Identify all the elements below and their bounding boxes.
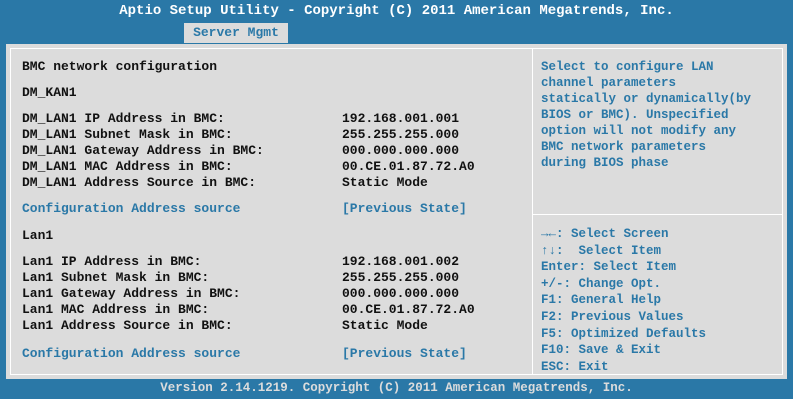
key-select-screen: →←: Select Screen: [541, 227, 669, 241]
bios-screen: Aptio Setup Utility - Copyright (C) 2011…: [0, 0, 793, 399]
footer-version: Version 2.14.1219. Copyright (C) 2011 Am…: [160, 381, 633, 395]
tab-server-mgmt[interactable]: Server Mgmt: [184, 23, 288, 43]
lan1-ip-label: Lan1 IP Address in BMC:: [22, 254, 202, 269]
dm-lan1-subnet-label: DM_LAN1 Subnet Mask in BMC:: [22, 127, 233, 142]
dm-lan1-subnet-value: 255.255.255.000: [342, 127, 460, 142]
app-title: Aptio Setup Utility - Copyright (C) 2011…: [119, 3, 674, 19]
panel-divider: [532, 48, 533, 375]
dm-lan1-source-value: Static Mode: [342, 175, 428, 190]
lan1-config-address-source-select[interactable]: [Previous State]: [342, 346, 467, 362]
lan1-gateway-value: 000.000.000.000: [342, 286, 460, 301]
dm-kan1-heading: DM_KAN1: [22, 85, 77, 100]
dm-lan1-source-label: DM_LAN1 Address Source in BMC:: [22, 175, 257, 190]
footer-bar: Version 2.14.1219. Copyright (C) 2011 Am…: [0, 380, 793, 399]
lan1-subnet-label: Lan1 Subnet Mask in BMC:: [22, 270, 210, 285]
help-divider: [533, 214, 783, 215]
key-select-item: ↑↓: Select Item: [541, 243, 662, 258]
key-f2-previous: F2: Previous Values: [541, 309, 684, 324]
help-text: Select to configure LAN channel paramete…: [541, 59, 781, 171]
help-line: BMC network parameters: [541, 140, 707, 154]
help-line: during BIOS phase: [541, 156, 669, 170]
lan1-subnet-value: 255.255.255.000: [342, 270, 460, 285]
help-line: option will not modify any: [541, 124, 737, 138]
title-bar: Aptio Setup Utility - Copyright (C) 2011…: [0, 0, 793, 44]
dm-lan1-ip-value: 192.168.001.001: [342, 111, 460, 126]
lan1-source-value: Static Mode: [342, 318, 428, 333]
lan1-mac-label: Lan1 MAC Address in BMC:: [22, 302, 210, 317]
key-esc-exit: ESC: Exit: [541, 359, 609, 374]
lan1-heading: Lan1: [22, 228, 54, 243]
key-legend: →←: Select Screen ↑↓: Select Item Enter:…: [541, 226, 781, 375]
help-line: Select to configure LAN: [541, 60, 714, 74]
lan1-source-label: Lan1 Address Source in BMC:: [22, 318, 233, 333]
lan1-config-address-source-label[interactable]: Configuration Address source: [22, 346, 240, 362]
lan1-gateway-label: Lan1 Gateway Address in BMC:: [22, 286, 241, 301]
key-f1-help: F1: General Help: [541, 293, 662, 308]
key-f5-defaults: F5: Optimized Defaults: [541, 326, 707, 341]
help-line: statically or dynamically(by: [541, 92, 752, 106]
key-enter: Enter: Select Item: [541, 260, 677, 275]
dm-lan1-mac-label: DM_LAN1 MAC Address in BMC:: [22, 159, 233, 174]
key-f10-save-exit: F10: Save & Exit: [541, 343, 662, 358]
help-line: BIOS or BMC). Unspecified: [541, 108, 729, 122]
dm-lan1-gateway-value: 000.000.000.000: [342, 143, 460, 158]
dm-config-address-source-select[interactable]: [Previous State]: [342, 201, 467, 217]
lan1-ip-value: 192.168.001.002: [342, 254, 460, 269]
key-change-opt: +/-: Change Opt.: [541, 276, 662, 291]
lan1-mac-value: 00.CE.01.87.72.A0: [342, 302, 475, 317]
section-title: BMC network configuration: [22, 59, 218, 74]
dm-lan1-gateway-label: DM_LAN1 Gateway Address in BMC:: [22, 143, 264, 158]
help-line: channel parameters: [541, 76, 677, 90]
dm-lan1-ip-label: DM_LAN1 IP Address in BMC:: [22, 111, 225, 126]
dm-lan1-mac-value: 00.CE.01.87.72.A0: [342, 159, 475, 174]
dm-config-address-source-label[interactable]: Configuration Address source: [22, 201, 240, 217]
